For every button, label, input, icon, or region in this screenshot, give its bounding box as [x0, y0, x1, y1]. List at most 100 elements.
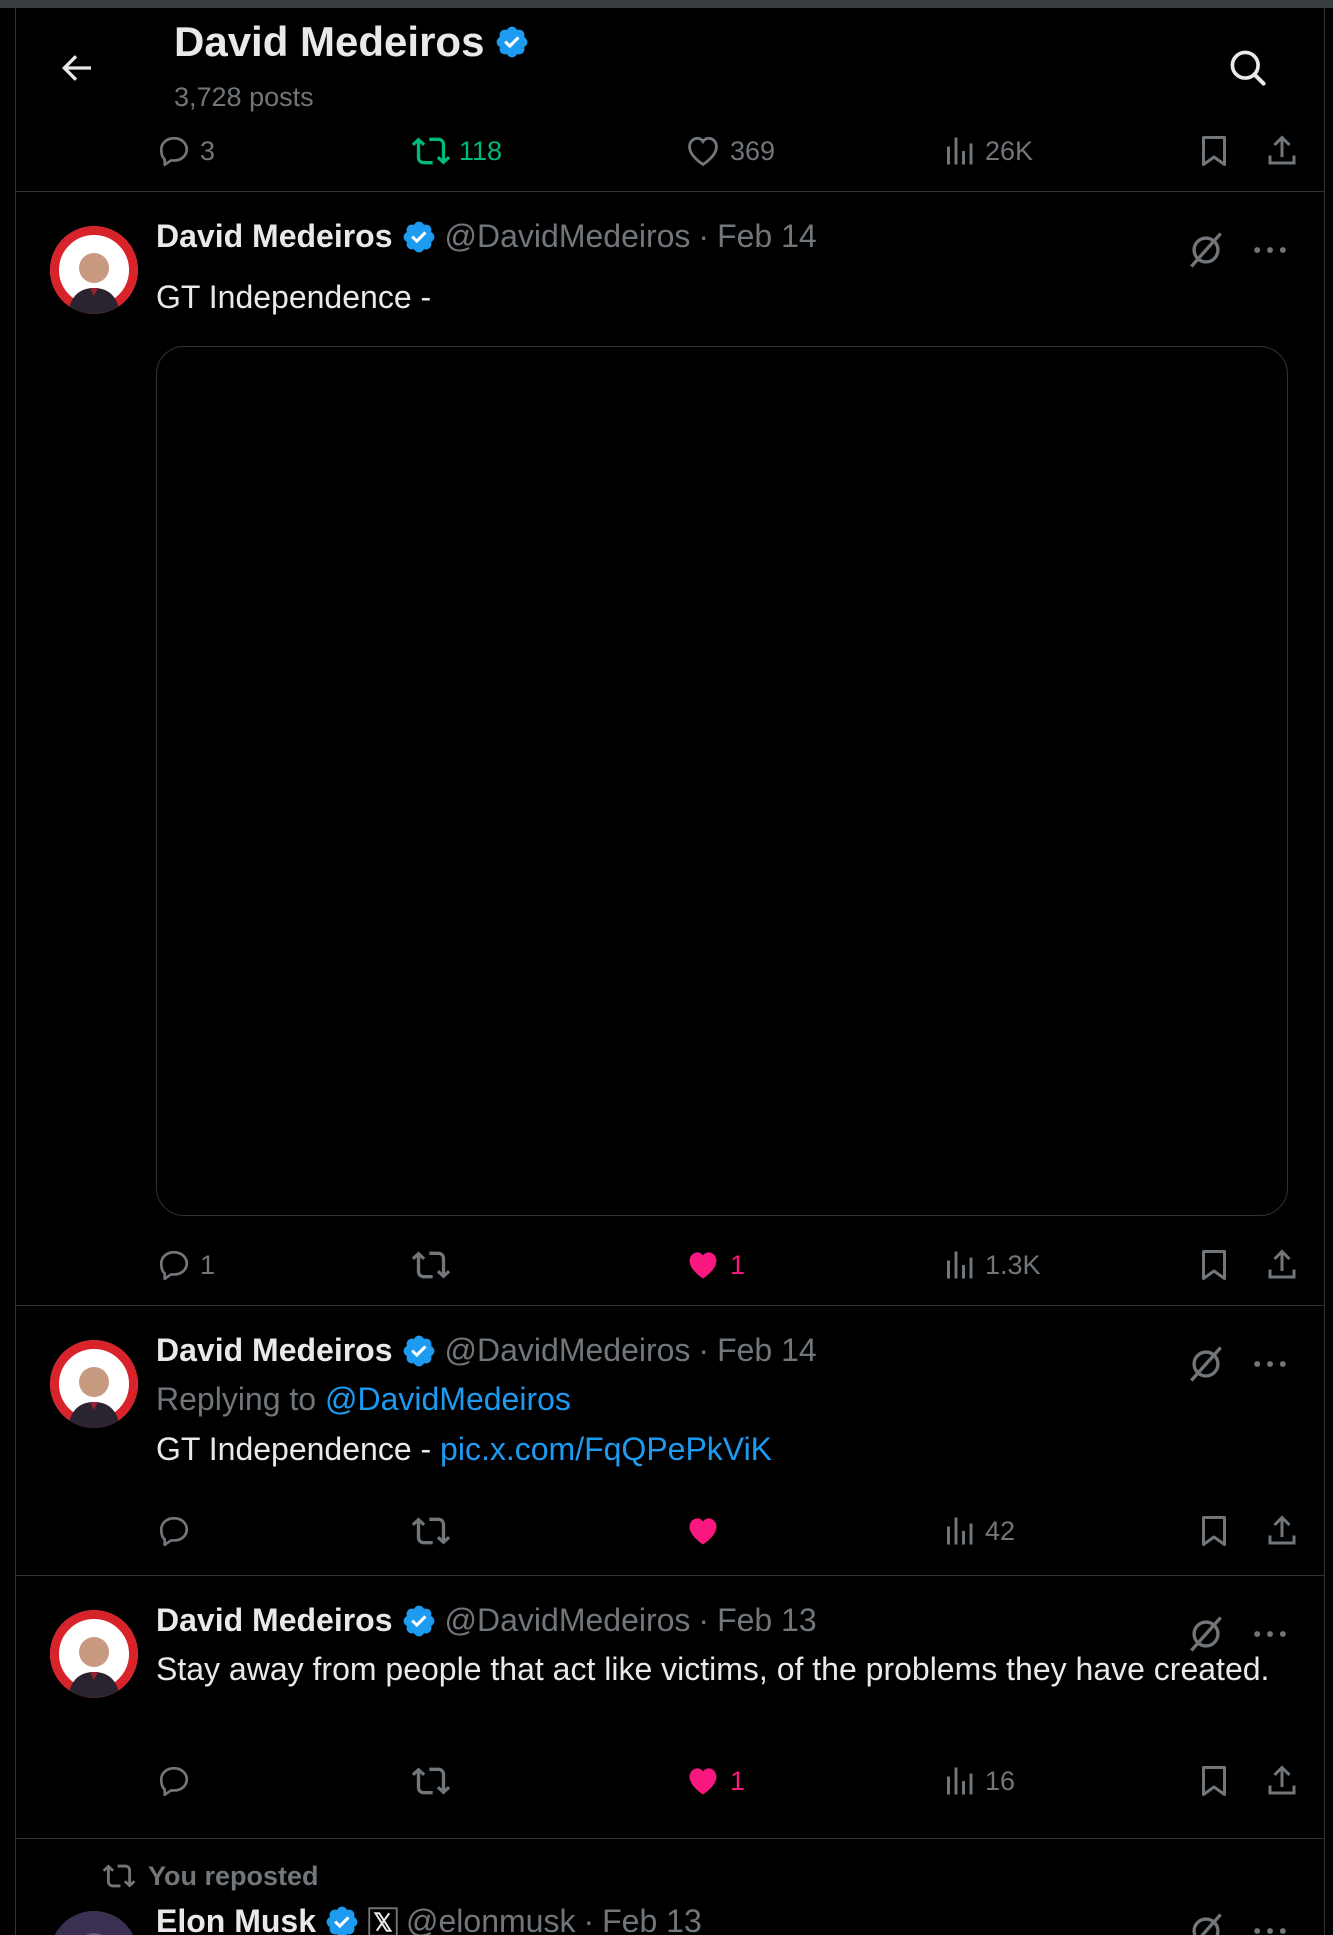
repost-count: 118: [459, 135, 503, 166]
repost-context: You reposted: [102, 1859, 319, 1893]
reply-count: 1: [200, 1249, 216, 1280]
views-button[interactable]: 42: [941, 1506, 1015, 1556]
bookmark-icon: [1202, 1766, 1226, 1796]
repost-icon: [411, 1517, 451, 1545]
reply-button[interactable]: 1: [156, 1240, 215, 1290]
author-name[interactable]: Elon Musk: [156, 1903, 316, 1935]
tweet[interactable]: David Medeiros @DavidMedeiros · Feb 14 G…: [16, 192, 1324, 1312]
like-button[interactable]: 369: [684, 126, 775, 176]
replying-to-label: Replying to: [156, 1381, 317, 1417]
like-button[interactable]: 1: [684, 1240, 745, 1290]
views-button[interactable]: 1.3K: [941, 1240, 1041, 1290]
more-dots-icon: [1254, 247, 1286, 253]
separator-dot: ·: [698, 1602, 710, 1638]
tweet[interactable]: You reposted Elon Musk @elonmusk · Feb 1…: [16, 1839, 1324, 1935]
replying-to: Replying to @DavidMedeiros: [156, 1378, 1276, 1421]
separator-dot: ·: [698, 1332, 710, 1368]
tweet-date[interactable]: Feb 13: [602, 1903, 702, 1935]
like-count: 1: [730, 1765, 746, 1796]
grok-button[interactable]: [1184, 228, 1228, 272]
views-chart-icon: [947, 1251, 973, 1279]
tweet-date[interactable]: Feb 14: [717, 218, 817, 255]
author-name[interactable]: David Medeiros: [156, 218, 393, 255]
bookmark-button[interactable]: [1196, 1240, 1232, 1290]
reply-button[interactable]: [156, 1756, 192, 1806]
reply-icon: [159, 1766, 189, 1797]
share-button[interactable]: [1264, 1506, 1300, 1556]
separator-dot: ·: [698, 218, 710, 254]
like-count: 369: [730, 135, 776, 166]
arrow-left-icon: [62, 55, 91, 81]
tweet-text: Stay away from people that act like vict…: [156, 1651, 1270, 1687]
tweet-date[interactable]: Feb 14: [717, 1332, 817, 1369]
share-button[interactable]: [1264, 126, 1300, 176]
post-actions-bar: 1 1 1.3K: [16, 1240, 1324, 1290]
verified-badge-icon: [403, 1335, 434, 1366]
avatar[interactable]: [50, 226, 138, 314]
profile-photo: [50, 1610, 138, 1698]
tweet-header: Elon Musk @elonmusk · Feb 13: [156, 1903, 702, 1935]
replying-to-handle[interactable]: @DavidMedeiros: [325, 1381, 571, 1417]
back-button[interactable]: [56, 48, 96, 88]
views-count: 26K: [985, 135, 1034, 166]
repost-button[interactable]: [411, 1506, 451, 1556]
posts-count: 3,728 posts: [174, 82, 314, 112]
grok-button[interactable]: [1184, 1909, 1228, 1935]
like-button[interactable]: 1: [684, 1756, 745, 1806]
reply-count: 3: [200, 135, 216, 166]
reply-icon: [159, 1516, 189, 1547]
author-handle[interactable]: @elonmusk: [406, 1903, 575, 1935]
author-name[interactable]: David Medeiros: [156, 1602, 393, 1639]
video-media[interactable]: [156, 346, 1288, 1216]
verified-badge-icon: [403, 1605, 434, 1636]
search-button[interactable]: [1226, 46, 1270, 90]
tweet[interactable]: David Medeiros @DavidMedeiros · Feb 13 S…: [16, 1576, 1324, 1846]
repost-button[interactable]: [411, 1756, 451, 1806]
avatar[interactable]: [50, 1911, 138, 1935]
bookmark-button[interactable]: [1196, 1756, 1232, 1806]
more-options-button[interactable]: [1248, 228, 1292, 272]
author-handle[interactable]: @DavidMedeiros: [445, 218, 691, 255]
avatar[interactable]: [50, 1610, 138, 1698]
share-icon: [1268, 1765, 1296, 1795]
timeline-column: David Medeiros 3,728 posts 3 118 369 26K: [15, 8, 1325, 1935]
post-actions-bar: 3 118 369 26K: [16, 126, 1324, 176]
views-chart-icon: [947, 137, 973, 165]
verified-badge-icon: [497, 26, 528, 58]
views-count: 16: [985, 1765, 1016, 1796]
bookmark-icon: [1202, 1250, 1226, 1280]
author-handle[interactable]: @DavidMedeiros: [445, 1602, 691, 1639]
share-button[interactable]: [1264, 1240, 1300, 1290]
tweet-header: David Medeiros @DavidMedeiros · Feb 14: [156, 218, 817, 255]
like-button[interactable]: [684, 1506, 722, 1556]
reply-icon: [159, 136, 189, 167]
reply-button[interactable]: 3: [156, 126, 215, 176]
author-handle[interactable]: @DavidMedeiros: [445, 1332, 691, 1369]
bookmark-button[interactable]: [1196, 126, 1232, 176]
views-count: 42: [985, 1515, 1016, 1546]
views-button[interactable]: 16: [941, 1756, 1015, 1806]
heart-filled-icon: [689, 1252, 717, 1279]
heart-icon: [688, 136, 718, 167]
repost-icon: [411, 1767, 451, 1795]
views-count: 1.3K: [985, 1249, 1041, 1280]
more-options-button[interactable]: [1248, 1909, 1292, 1935]
repost-button[interactable]: 118: [411, 126, 502, 176]
media-link[interactable]: pic.x.com/FqQPePkViK: [440, 1431, 772, 1467]
avatar[interactable]: [50, 1340, 138, 1428]
post-actions-bar: 42: [16, 1506, 1324, 1556]
views-button[interactable]: 26K: [941, 126, 1033, 176]
profile-header: David Medeiros 3,728 posts: [16, 8, 1324, 123]
share-button[interactable]: [1264, 1756, 1300, 1806]
repost-label: You reposted: [148, 1860, 319, 1891]
repost-button[interactable]: [411, 1240, 451, 1290]
author-name[interactable]: David Medeiros: [156, 1332, 393, 1369]
views-chart-icon: [947, 1517, 973, 1545]
bookmark-button[interactable]: [1196, 1506, 1232, 1556]
tweet[interactable]: David Medeiros @DavidMedeiros · Feb 14 R…: [16, 1306, 1324, 1576]
reply-button[interactable]: [156, 1506, 192, 1556]
tweet-date[interactable]: Feb 13: [717, 1602, 817, 1639]
like-count: 1: [730, 1249, 746, 1280]
share-icon: [1268, 135, 1296, 165]
profile-photo: [50, 1911, 138, 1935]
